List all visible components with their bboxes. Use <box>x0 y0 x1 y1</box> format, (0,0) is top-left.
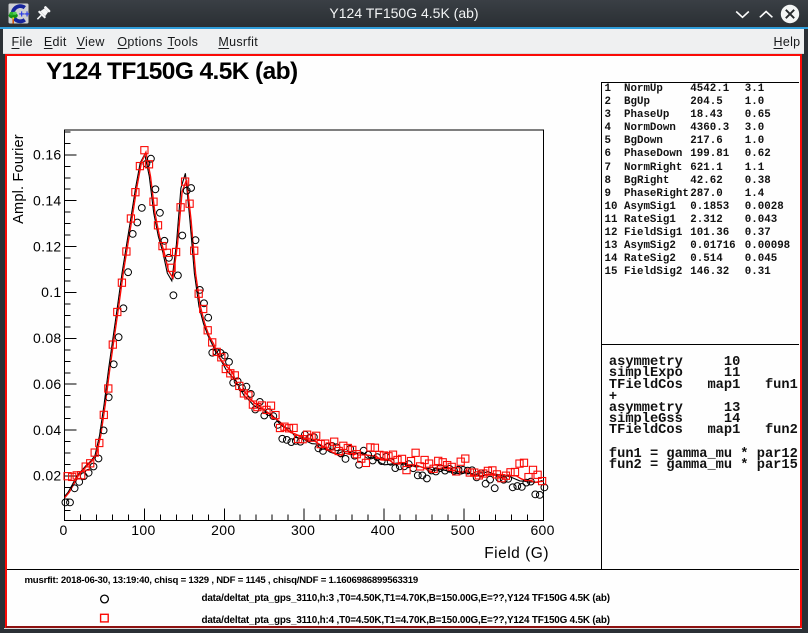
svg-text:400: 400 <box>371 522 395 538</box>
svg-text:0.08: 0.08 <box>33 330 61 346</box>
svg-text:200: 200 <box>211 522 235 538</box>
svg-text:500: 500 <box>451 522 475 538</box>
svg-text:Field (G): Field (G) <box>484 545 549 562</box>
svg-text:0.06: 0.06 <box>33 376 61 392</box>
svg-text:300: 300 <box>291 522 315 538</box>
svg-text:0.02: 0.02 <box>33 468 61 484</box>
svg-text:0.1: 0.1 <box>41 284 61 300</box>
svg-text:0: 0 <box>60 522 68 538</box>
svg-text:0.14: 0.14 <box>33 192 61 208</box>
svg-text:0.12: 0.12 <box>33 238 61 254</box>
svg-text:Ampl. Fourier: Ampl. Fourier <box>11 134 27 224</box>
svg-text:600: 600 <box>530 522 554 538</box>
svg-text:0.04: 0.04 <box>33 422 61 438</box>
svg-text:0.16: 0.16 <box>33 147 61 163</box>
svg-text:100: 100 <box>131 522 155 538</box>
